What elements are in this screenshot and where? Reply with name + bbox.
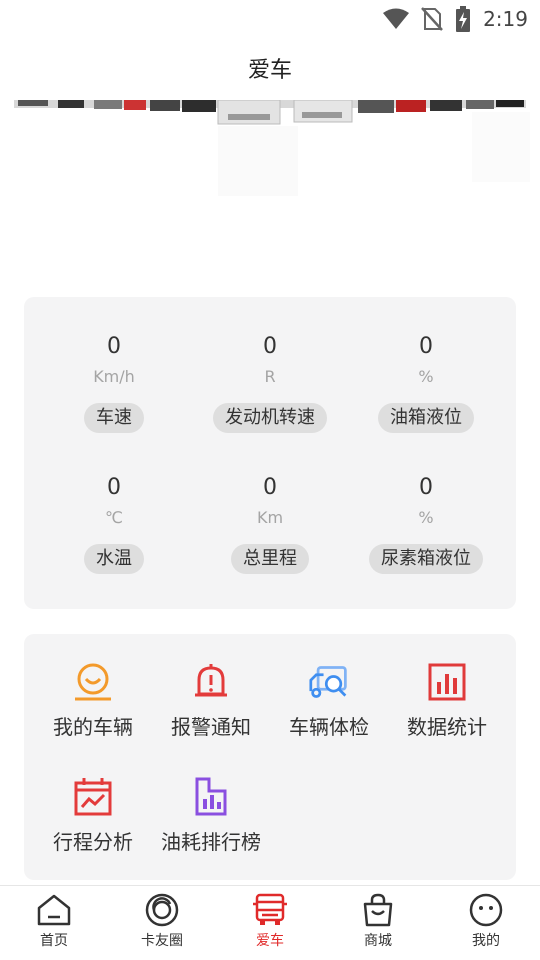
menu-label: 油耗排行榜	[161, 830, 261, 854]
tab-label: 卡友圈	[141, 933, 183, 949]
header-bar: 爱车	[0, 36, 540, 100]
menu-my-vehicle[interactable]: 我的车辆	[34, 662, 152, 740]
tab-my-car[interactable]: 爱车	[216, 886, 324, 960]
menu-trip-analysis[interactable]: 行程分析	[34, 777, 152, 855]
battery-charging-icon	[456, 6, 471, 32]
menu-label: 行程分析	[53, 830, 133, 854]
trip-analysis-icon	[74, 778, 112, 816]
menu-fuel-ranking[interactable]: 油耗排行榜	[152, 777, 270, 855]
stat-unit: ℃	[105, 508, 123, 527]
stat-fuel-level: 0 % 油箱液位	[344, 333, 508, 433]
stat-urea-level: 0 % 尿素箱液位	[344, 474, 508, 574]
circle-community-icon	[145, 893, 179, 927]
tab-home[interactable]: 首页	[0, 886, 108, 960]
stat-label: 发动机转速	[213, 403, 327, 433]
stat-unit: %	[418, 367, 434, 386]
tab-profile[interactable]: 我的	[432, 886, 540, 960]
stat-label: 总里程	[231, 544, 309, 574]
stat-label: 车速	[84, 403, 144, 433]
stat-value: 0	[263, 475, 277, 500]
stat-unit: Km	[256, 508, 284, 527]
stat-unit: Km/h	[93, 367, 135, 386]
menu-data-stats[interactable]: 数据统计	[388, 662, 506, 740]
stat-value: 0	[107, 475, 121, 500]
truck-lineup-image	[0, 100, 540, 290]
vehicle-banner-image[interactable]	[0, 100, 540, 290]
my-vehicle-icon	[75, 663, 111, 701]
stat-label: 尿素箱液位	[369, 544, 483, 574]
stat-value: 0	[419, 475, 433, 500]
data-stats-icon	[428, 663, 466, 701]
status-bar: 2:19	[0, 0, 540, 36]
stat-total-mileage: 0 Km 总里程	[188, 474, 352, 574]
wifi-icon	[383, 8, 410, 29]
stat-value: 0	[263, 334, 277, 359]
tab-label: 商城	[364, 933, 392, 949]
page-title: 爱车	[247, 58, 292, 83]
stat-unit: R	[264, 367, 276, 386]
menu-label: 数据统计	[407, 715, 487, 739]
stat-value: 0	[107, 334, 121, 359]
tab-community[interactable]: 卡友圈	[108, 886, 216, 960]
profile-face-icon	[469, 893, 503, 927]
menu-alarm-notice[interactable]: 报警通知	[152, 662, 270, 740]
menu-label: 车辆体检	[289, 715, 369, 739]
stat-engine-rpm: 0 R 发动机转速	[188, 333, 352, 433]
truck-icon	[253, 893, 287, 925]
bottom-tab-bar: 首页 卡友圈 爱车 商城 我的	[0, 885, 540, 960]
stat-water-temp: 0 ℃ 水温	[32, 474, 196, 574]
fuel-ranking-icon	[195, 777, 227, 816]
vehicle-inspection-icon	[309, 666, 347, 698]
tab-label: 首页	[40, 933, 68, 949]
home-icon	[37, 894, 71, 926]
tab-label: 我的	[472, 933, 500, 949]
stat-label: 油箱液位	[378, 403, 474, 433]
stat-value: 0	[419, 334, 433, 359]
menu-label: 我的车辆	[53, 715, 133, 739]
no-sim-icon	[421, 7, 444, 31]
clock-time: 2:19	[483, 7, 528, 31]
shopping-bag-icon	[363, 893, 393, 927]
tab-mall[interactable]: 商城	[324, 886, 432, 960]
feature-menu-card: 我的车辆 报警通知 车辆体检 数据统计 行程分析 油耗排行榜	[24, 634, 516, 880]
tab-label: 爱车	[256, 933, 284, 949]
stat-speed: 0 Km/h 车速	[32, 333, 196, 433]
vehicle-stats-card: 0 Km/h 车速 0 R 发动机转速 0 % 油箱液位 0 ℃ 水温 0 Km…	[24, 297, 516, 609]
stat-label: 水温	[84, 544, 144, 574]
stat-unit: %	[418, 508, 434, 527]
menu-vehicle-inspection[interactable]: 车辆体检	[270, 662, 388, 740]
alarm-bell-icon	[195, 664, 227, 697]
menu-label: 报警通知	[171, 715, 251, 739]
